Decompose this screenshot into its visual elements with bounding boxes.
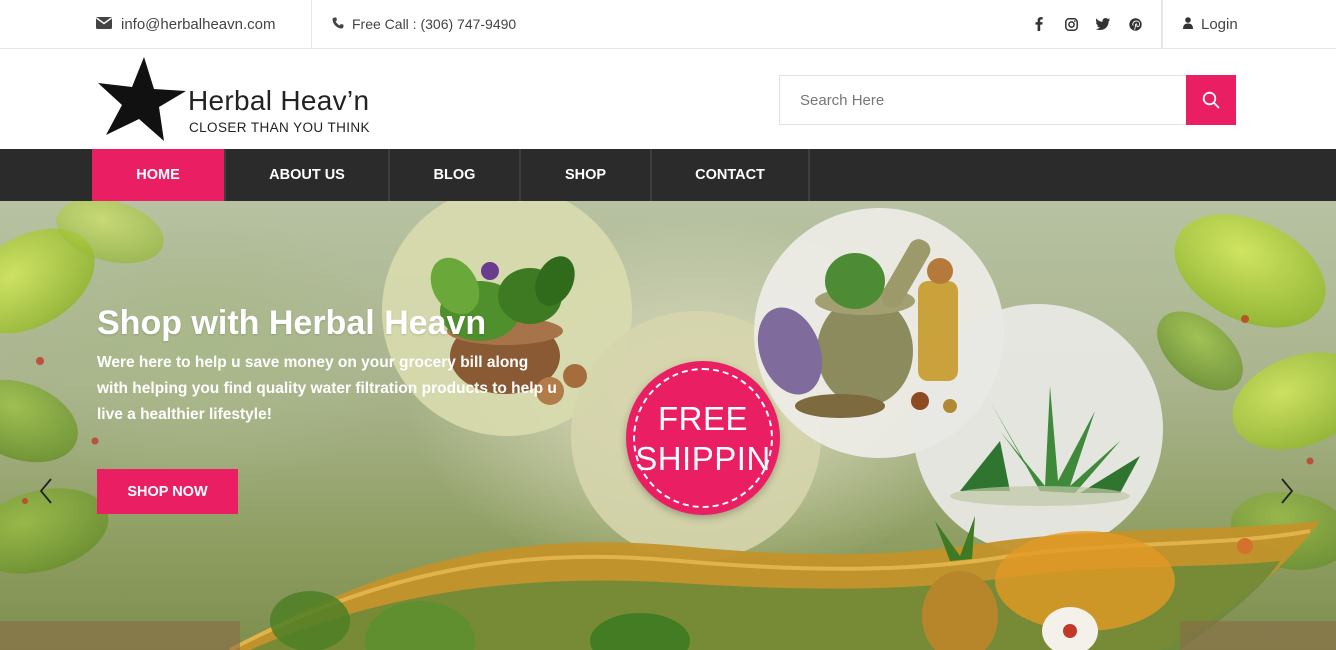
nav-item-about-us[interactable]: ABOUT US [226, 149, 390, 201]
login-link[interactable]: Login [1183, 0, 1238, 48]
top-bar: info@herbalheavn.com Free Call : (306) 7… [0, 0, 1336, 49]
search-input[interactable] [779, 75, 1187, 125]
hero-description: Were here to help u save money on your g… [97, 354, 557, 423]
twitter-icon[interactable] [1094, 15, 1112, 33]
nav-item-shop[interactable]: SHOP [521, 149, 652, 201]
free-shipping-badge: FREE SHIPPIN [626, 361, 780, 515]
logo-title: Herbal Heav’n [188, 85, 370, 116]
nav-item-home[interactable]: HOME [92, 149, 226, 201]
site-header: Herbal Heav’n CLOSER THAN YOU THINK [0, 49, 1336, 149]
search-button[interactable] [1186, 75, 1236, 125]
main-nav: HOME ABOUT US BLOG SHOP CONTACT [0, 149, 1336, 201]
pinterest-icon[interactable] [1126, 15, 1144, 33]
divider [311, 0, 312, 48]
facebook-icon[interactable] [1030, 15, 1048, 33]
badge-dashed-ring [633, 368, 773, 508]
user-icon [1183, 16, 1193, 33]
divider [1161, 0, 1163, 48]
site-logo[interactable]: Herbal Heav’n CLOSER THAN YOU THINK [96, 55, 396, 143]
nav-item-contact[interactable]: CONTACT [652, 149, 810, 201]
hero-title: Shop with Herbal Heavn [97, 304, 487, 342]
badge-line-1: FREE [657, 400, 748, 437]
chevron-left-icon [39, 478, 52, 504]
envelope-icon [96, 16, 112, 33]
social-links [1030, 0, 1144, 48]
contact-email[interactable]: info@herbalheavn.com [96, 0, 275, 48]
slider-next-button[interactable] [1275, 476, 1299, 506]
login-label: Login [1201, 15, 1238, 33]
search-icon [1202, 91, 1220, 109]
contact-phone[interactable]: Free Call : (306) 747-9490 [332, 0, 516, 48]
nav-item-blog[interactable]: BLOG [390, 149, 521, 201]
chevron-right-icon [1281, 478, 1294, 504]
phone-icon [332, 16, 344, 32]
shop-now-button[interactable]: SHOP NOW [97, 469, 238, 514]
instagram-icon[interactable] [1062, 15, 1080, 33]
badge-line-2: SHIPPIN [635, 440, 771, 477]
email-text: info@herbalheavn.com [121, 15, 276, 33]
phone-text: Free Call : (306) 747-9490 [352, 16, 517, 32]
slider-prev-button[interactable] [34, 476, 58, 506]
logo-tagline: CLOSER THAN YOU THINK [189, 120, 370, 135]
search-bar [779, 75, 1236, 125]
hero-slider: Shop with Herbal Heavn Were here to help… [0, 201, 1336, 650]
star-logo-icon [98, 57, 186, 141]
